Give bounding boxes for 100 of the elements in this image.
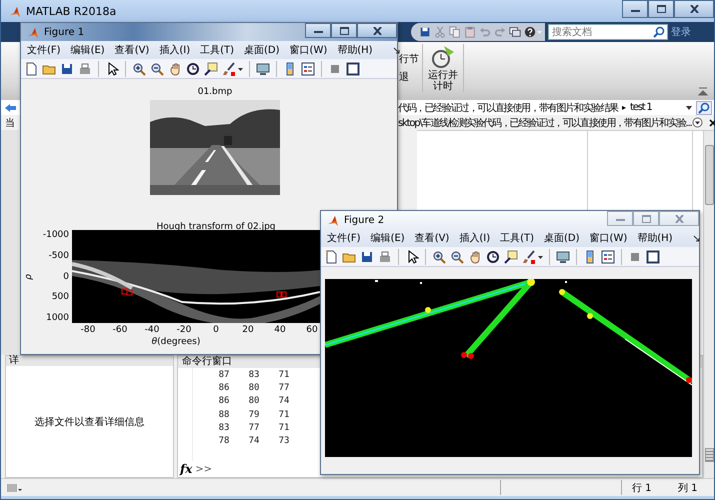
folder-name[interactable]: test 1 bbox=[630, 102, 652, 113]
output-value: 88 bbox=[218, 410, 230, 420]
brush-icon[interactable] bbox=[222, 62, 236, 76]
output-value: 77 bbox=[248, 422, 260, 433]
windows-icon[interactable] bbox=[509, 26, 521, 38]
scrollbar[interactable] bbox=[703, 355, 714, 478]
output-value: 86 bbox=[218, 396, 230, 406]
ribbon-label: 退 bbox=[399, 70, 410, 84]
menu-icon[interactable] bbox=[692, 117, 702, 128]
output-value: 79 bbox=[248, 410, 260, 420]
back-arrow-icon[interactable] bbox=[4, 102, 16, 112]
close-button[interactable] bbox=[357, 23, 397, 38]
minimize-button[interactable] bbox=[305, 23, 331, 38]
tick-label: 20 bbox=[241, 324, 255, 337]
tick-label: 0 bbox=[63, 270, 69, 282]
zoom-in-icon[interactable] bbox=[132, 62, 146, 76]
window-icon[interactable] bbox=[346, 62, 360, 76]
tick-label: 500 bbox=[52, 291, 69, 304]
output-value: 74 bbox=[278, 396, 290, 406]
minimize-button[interactable] bbox=[622, 0, 648, 18]
zoom-out-icon[interactable] bbox=[150, 62, 164, 76]
printer-icon[interactable] bbox=[78, 62, 92, 76]
cursor-row-text: 行 1 bbox=[632, 482, 653, 494]
path-separator[interactable]: ▸ bbox=[622, 103, 626, 112]
output-value: 71 bbox=[278, 370, 290, 380]
search-field[interactable]: 搜索文档 bbox=[548, 24, 668, 40]
logo-icon bbox=[27, 26, 39, 38]
close-icon bbox=[674, 214, 684, 222]
caret-icon[interactable] bbox=[686, 106, 692, 110]
function-hint[interactable]: fx bbox=[180, 462, 192, 476]
menu-item[interactable]: 窗口(W) bbox=[290, 43, 328, 57]
tick-label: -1000 bbox=[42, 229, 69, 241]
clipboard-icon[interactable] bbox=[464, 26, 476, 38]
menu-item[interactable]: 工具(T) bbox=[200, 43, 234, 57]
folder-path: sktop\车道线检测实验代码，已经验证过，可以直接使用，带有图片和实验... bbox=[398, 116, 692, 130]
axis-label: θ(degrees) bbox=[152, 337, 200, 347]
menu-item[interactable]: 查看(V) bbox=[114, 43, 150, 57]
output-value: 78 bbox=[218, 436, 230, 446]
close-icon bbox=[372, 26, 382, 34]
cursor-column: 列 1 bbox=[678, 480, 714, 494]
save-icon[interactable] bbox=[419, 26, 431, 38]
menu-item[interactable]: 插入(I) bbox=[159, 43, 190, 57]
monitor-icon[interactable] bbox=[256, 62, 270, 76]
menu-item[interactable]: 帮助(H) bbox=[337, 43, 373, 57]
close-icon[interactable] bbox=[708, 118, 715, 126]
legend-icon[interactable] bbox=[301, 62, 315, 76]
folder-path: 代码，已经验证过，可以直接使用，带有图片和实验结果 bbox=[398, 102, 618, 114]
new-file-icon[interactable] bbox=[24, 62, 38, 76]
menu-item[interactable]: 编辑(E) bbox=[70, 43, 105, 57]
tooltip-icon[interactable] bbox=[204, 62, 218, 76]
maximize-icon bbox=[656, 5, 666, 13]
help-icon[interactable] bbox=[524, 26, 536, 38]
save-icon[interactable] bbox=[60, 62, 74, 76]
command-prompt: >> bbox=[195, 464, 212, 474]
hand-icon[interactable] bbox=[168, 62, 182, 76]
layout-icon[interactable] bbox=[7, 482, 23, 494]
logo-icon bbox=[327, 214, 339, 226]
output-value: 71 bbox=[278, 410, 290, 420]
window-title: Figure 2 bbox=[344, 214, 384, 226]
details-message: 选择文件以查看详细信息 bbox=[34, 416, 144, 428]
axis-label: ρ bbox=[24, 274, 34, 280]
tick-label: 60 bbox=[305, 324, 319, 337]
output-value: 80 bbox=[248, 396, 260, 406]
output-value: 73 bbox=[278, 436, 290, 446]
output-value: 87 bbox=[218, 370, 230, 380]
tick-label: 1000 bbox=[46, 312, 69, 324]
tick-label: -500 bbox=[48, 250, 69, 262]
menu-item[interactable]: 桌面(D) bbox=[244, 43, 280, 57]
logo-icon bbox=[9, 5, 21, 17]
output-value: 83 bbox=[218, 422, 230, 433]
collapse-icon[interactable] bbox=[698, 87, 708, 96]
maximize-icon bbox=[642, 214, 650, 222]
menu-item[interactable]: 文件(F) bbox=[27, 43, 61, 57]
search-button[interactable] bbox=[696, 100, 712, 114]
scrollbar[interactable] bbox=[703, 131, 714, 355]
tick-label: 0 bbox=[212, 324, 220, 337]
maximize-icon bbox=[340, 26, 348, 34]
copy-icon[interactable] bbox=[449, 26, 461, 38]
tick-label: 40 bbox=[273, 324, 287, 337]
axes-title: 01.bmp bbox=[198, 87, 232, 97]
output-value: 77 bbox=[278, 382, 290, 393]
close-icon bbox=[690, 5, 698, 13]
tick-label: -60 bbox=[112, 324, 128, 337]
tick-label: -40 bbox=[144, 324, 160, 337]
close-button[interactable] bbox=[674, 0, 714, 18]
output-value: 74 bbox=[248, 436, 260, 446]
sign-in-link[interactable]: 登录 bbox=[671, 25, 691, 39]
maximize-button[interactable] bbox=[331, 23, 357, 38]
run-and-time-button[interactable]: 运行并 计时 bbox=[426, 42, 460, 92]
ribbon-label: 行节 bbox=[399, 52, 419, 66]
tick-label: -20 bbox=[176, 324, 192, 337]
window-title: MATLAB R2018a bbox=[26, 4, 116, 18]
output-value: 71 bbox=[278, 422, 290, 433]
tick-label: -80 bbox=[80, 324, 96, 337]
stopwatch-icon bbox=[430, 44, 456, 70]
maximize-button[interactable] bbox=[648, 0, 674, 18]
panel-title: 当 bbox=[5, 116, 15, 130]
undock-icon[interactable] bbox=[392, 46, 400, 54]
output-value: 83 bbox=[248, 370, 260, 380]
panel-title: 详 bbox=[9, 356, 19, 366]
